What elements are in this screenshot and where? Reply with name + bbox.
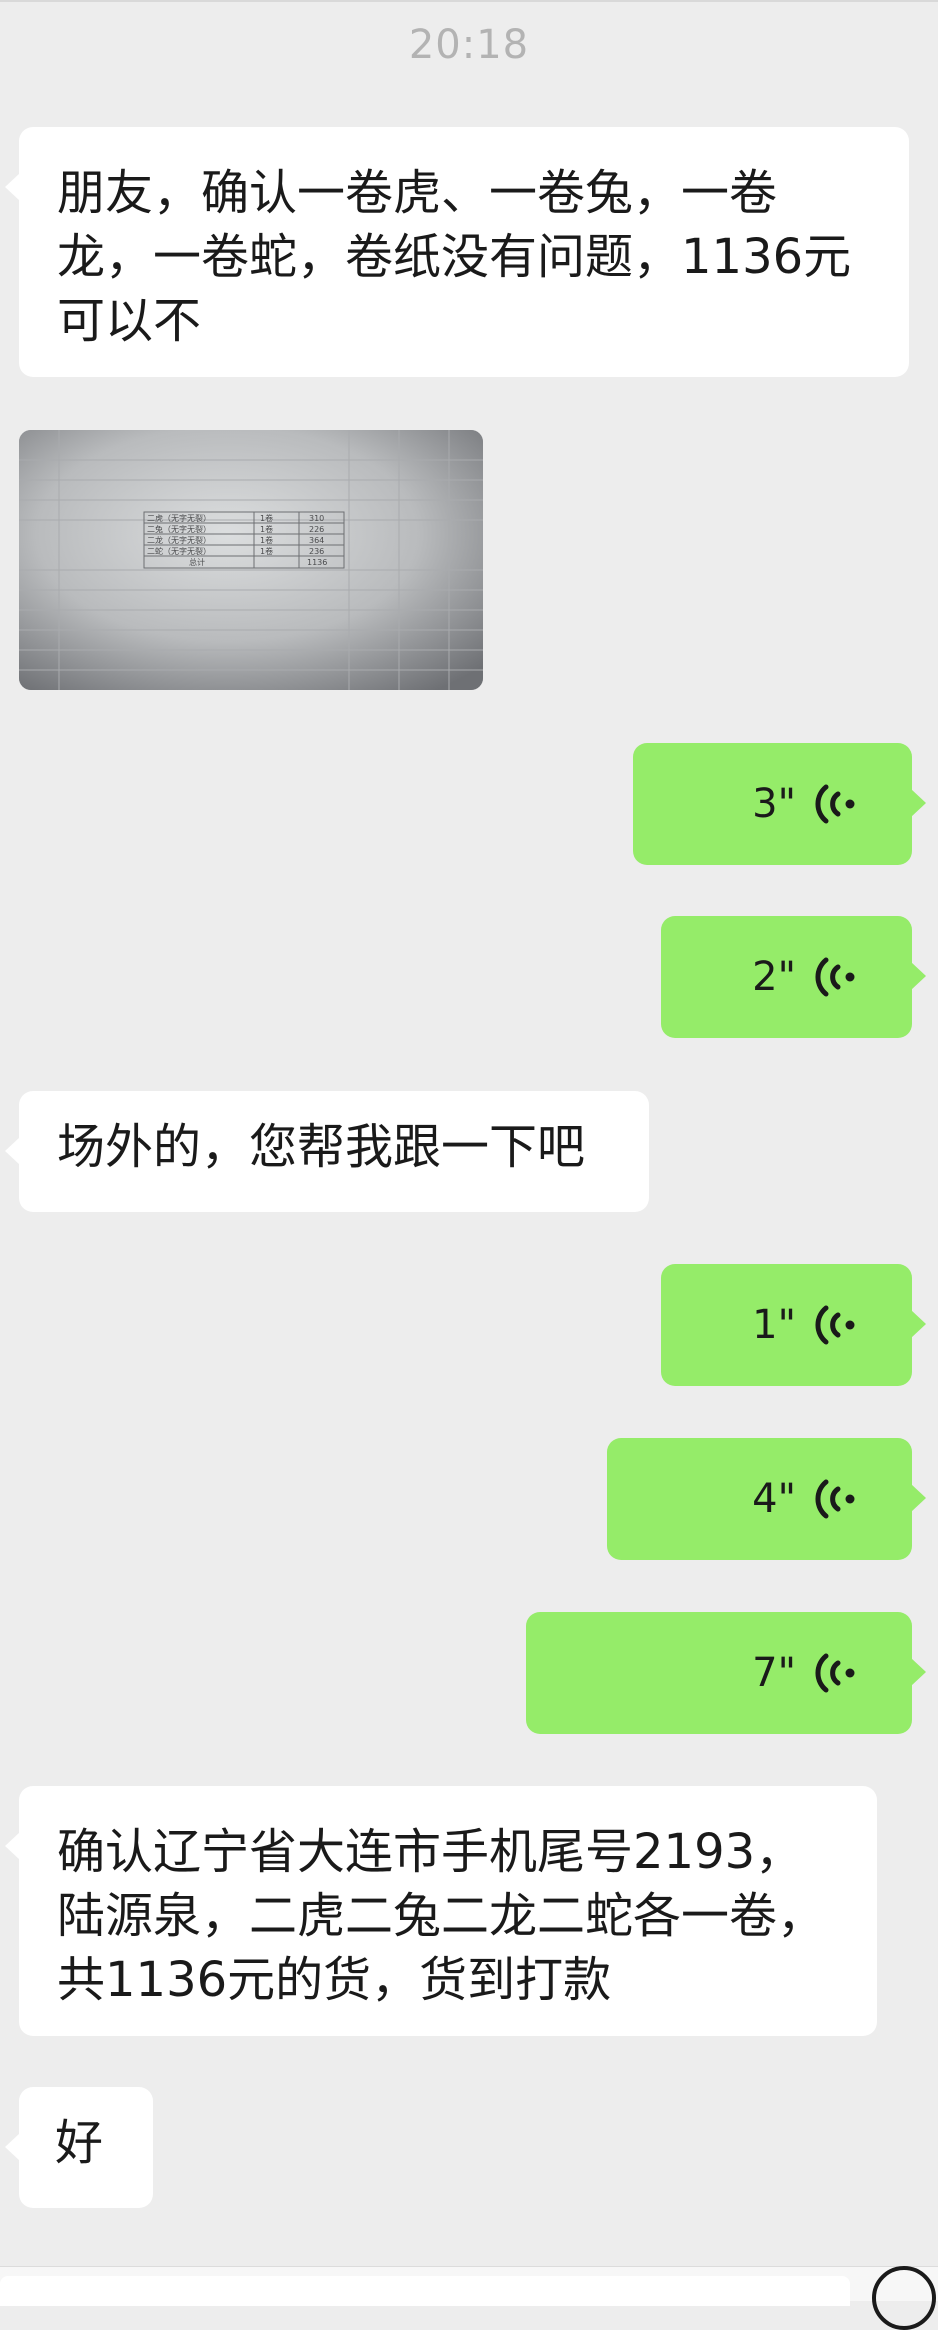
incoming-text-bubble[interactable]: 朋友，确认一卷虎、一卷兔，一卷 龙，一卷蛇，卷纸没有问题，1136元 可以不 bbox=[5, 127, 909, 377]
outgoing-voice-bubble[interactable]: 1" bbox=[661, 1264, 926, 1386]
outgoing-voice-bubble[interactable]: 3" bbox=[633, 743, 926, 865]
voice-duration: 2" bbox=[752, 954, 796, 1000]
voice-duration: 3" bbox=[752, 781, 796, 827]
message-timestamp: 20:18 bbox=[408, 22, 530, 68]
incoming-text-bubble[interactable]: 场外的，您帮我跟一下吧 bbox=[5, 1091, 649, 1212]
voice-duration: 1" bbox=[752, 1302, 796, 1348]
voice-wave-icon bbox=[815, 784, 855, 824]
voice-duration: 7" bbox=[752, 1650, 796, 1696]
table-total-label: 总计 bbox=[189, 557, 205, 567]
outgoing-voice-bubble[interactable]: 7" bbox=[526, 1612, 926, 1734]
outgoing-voice-bubble[interactable]: 4" bbox=[607, 1438, 926, 1560]
table-cell: 二虎（无字无裂） bbox=[147, 513, 211, 523]
table-cell: 226 bbox=[309, 525, 324, 534]
voice-duration: 4" bbox=[752, 1476, 796, 1522]
table-cell: 二兔（无字无裂） bbox=[147, 524, 211, 534]
voice-wave-icon bbox=[815, 1653, 855, 1693]
top-divider bbox=[0, 0, 938, 2]
table-cell: 1卷 bbox=[260, 524, 273, 534]
voice-wave-icon bbox=[815, 1479, 855, 1519]
message-text: 确认辽宁省大连市手机尾号2193， 陆源泉，二虎二兔二龙二蛇各一卷， 共1136… bbox=[57, 1824, 826, 2008]
incoming-text-bubble[interactable]: 确认辽宁省大连市手机尾号2193， 陆源泉，二虎二兔二龙二蛇各一卷， 共1136… bbox=[5, 1786, 877, 2036]
voice-input-icon[interactable] bbox=[872, 2266, 936, 2330]
table-cell: 364 bbox=[309, 536, 324, 545]
incoming-text-bubble[interactable]: 好 bbox=[5, 2087, 153, 2208]
spreadsheet-photo: 二虎（无字无裂） 1卷 310 二兔（无字无裂） 1卷 226 二龙（无字无裂）… bbox=[19, 430, 483, 690]
voice-wave-icon bbox=[815, 1305, 855, 1345]
image-message[interactable]: 二虎（无字无裂） 1卷 310 二兔（无字无裂） 1卷 226 二龙（无字无裂）… bbox=[19, 430, 483, 690]
message-input[interactable] bbox=[0, 2276, 850, 2306]
table-cell: 1卷 bbox=[260, 546, 273, 556]
message-text: 好 bbox=[55, 2115, 104, 2171]
message-text: 场外的，您帮我跟一下吧 bbox=[57, 1119, 586, 1175]
table-cell: 236 bbox=[309, 547, 324, 556]
message-text: 朋友，确认一卷虎、一卷兔，一卷 龙，一卷蛇，卷纸没有问题，1136元 可以不 bbox=[57, 165, 852, 349]
outgoing-voice-bubble[interactable]: 2" bbox=[661, 916, 926, 1038]
table-cell: 310 bbox=[309, 514, 324, 523]
voice-wave-icon bbox=[815, 957, 855, 997]
table-cell: 二蛇（无字无裂） bbox=[147, 546, 211, 556]
table-cell: 1卷 bbox=[260, 535, 273, 545]
table-cell: 1卷 bbox=[260, 513, 273, 523]
table-cell: 二龙（无字无裂） bbox=[147, 535, 211, 545]
table-total-value: 1136 bbox=[307, 558, 327, 567]
